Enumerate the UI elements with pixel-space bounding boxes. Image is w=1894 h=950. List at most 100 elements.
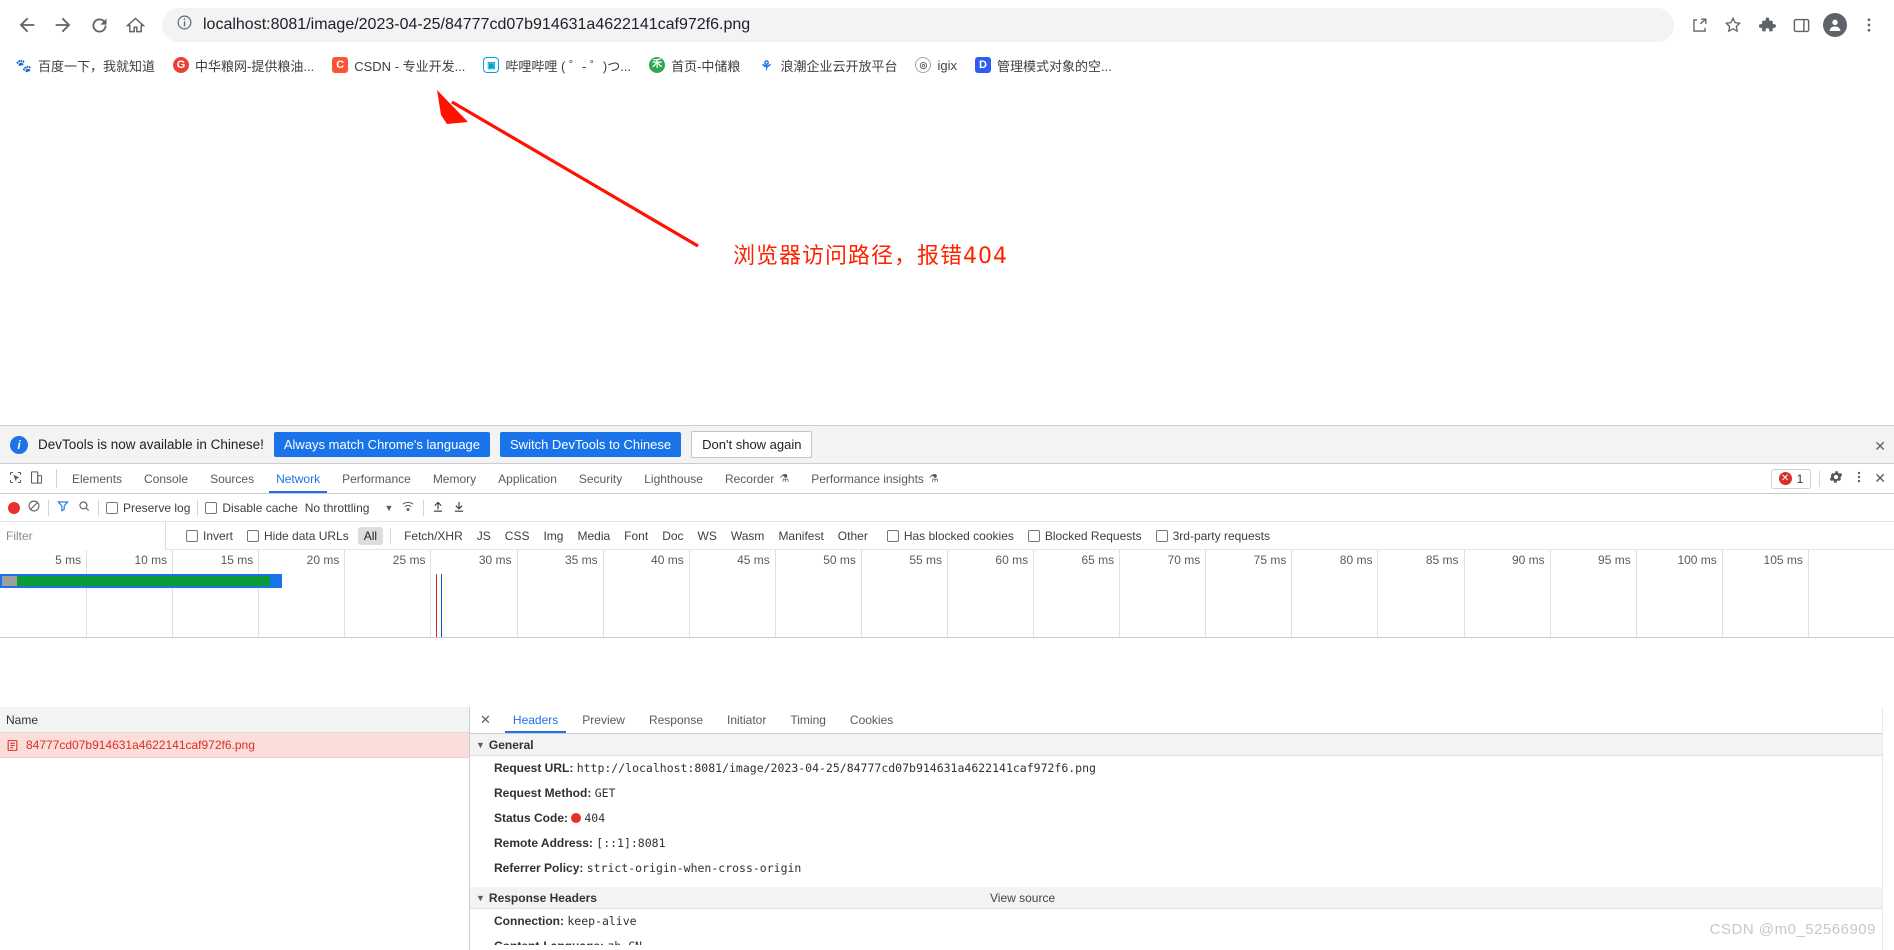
forward-button[interactable] (46, 8, 80, 42)
blocked-requests-checkbox[interactable]: Blocked Requests (1027, 529, 1142, 543)
record-network-log-icon[interactable] (8, 501, 20, 514)
always-match-language-button[interactable]: Always match Chrome's language (273, 432, 491, 457)
error-count-badge[interactable]: ✕ 1 (1770, 468, 1812, 489)
bookmark-item-0[interactable]: 🐾 百度一下，我就知道 (8, 53, 163, 78)
tab-performance-insights[interactable]: Performance insights ⚗ (800, 464, 950, 493)
timeline-tick-label: 65 ms (1081, 553, 1115, 567)
side-panel-icon[interactable] (1786, 10, 1816, 40)
home-button[interactable] (118, 8, 152, 42)
filter-type-wasm[interactable]: Wasm (725, 527, 771, 545)
bookmark-star-icon[interactable] (1718, 10, 1748, 40)
clear-icon[interactable] (27, 499, 41, 516)
tab-console[interactable]: Console (133, 464, 199, 493)
reload-button[interactable] (82, 8, 116, 42)
chrome-menu-icon[interactable] (1854, 10, 1884, 40)
view-source-link[interactable]: View source (990, 891, 1055, 905)
filter-type-fetch-xhr[interactable]: Fetch/XHR (398, 527, 469, 545)
devtools-locale-banner: i DevTools is now available in Chinese! … (0, 426, 1894, 464)
profile-avatar-icon[interactable] (1820, 10, 1850, 40)
more-options-icon[interactable] (1852, 469, 1866, 488)
settings-gear-icon[interactable] (1828, 469, 1844, 488)
divider (48, 499, 49, 516)
has-blocked-cookies-checkbox[interactable]: Has blocked cookies (886, 529, 1014, 543)
bookmark-label: CSDN - 专业开发... (354, 58, 466, 74)
dont-show-again-button[interactable]: Don't show again (691, 431, 813, 458)
bookmark-item-3[interactable]: ▣ 哔哩哔哩 ( ゜- ゜)つ... (475, 53, 639, 78)
filter-type-img[interactable]: Img (537, 527, 569, 545)
header-key: Request URL: (494, 761, 574, 775)
detail-scrollbar[interactable] (1882, 707, 1894, 950)
tab-lighthouse[interactable]: Lighthouse (633, 464, 714, 493)
filter-input[interactable] (0, 521, 166, 550)
bookmark-item-4[interactable]: 禾 首页-中储粮 (641, 53, 748, 78)
bookmark-item-2[interactable]: C CSDN - 专业开发... (324, 53, 473, 78)
tab-recorder[interactable]: Recorder ⚗ (714, 464, 800, 493)
zhuliang-favicon: 禾 (649, 57, 666, 73)
request-list-header[interactable]: Name (0, 707, 469, 733)
timeline-tick-label: 60 ms (995, 553, 1029, 567)
filter-type-doc[interactable]: Doc (656, 527, 689, 545)
search-icon[interactable] (77, 499, 91, 516)
preserve-log-checkbox[interactable]: Preserve log (106, 501, 190, 515)
third-party-requests-checkbox[interactable]: 3rd-party requests (1155, 529, 1270, 543)
device-toolbar-icon[interactable] (29, 470, 44, 488)
filter-type-all[interactable]: All (357, 526, 384, 545)
bookmark-label: 中华粮网-提供粮油... (195, 58, 315, 74)
detail-tab-initiator[interactable]: Initiator (715, 707, 778, 733)
inspect-element-icon[interactable] (8, 470, 23, 488)
tab-security[interactable]: Security (568, 464, 633, 493)
share-icon[interactable] (1684, 10, 1714, 40)
general-section-header[interactable]: ▼ General (470, 734, 1894, 756)
checkbox-box (247, 529, 260, 542)
close-icon[interactable]: ✕ (470, 707, 501, 733)
invert-checkbox[interactable]: Invert (186, 529, 233, 543)
filter-type-ws[interactable]: WS (692, 527, 723, 545)
tab-network[interactable]: Network (265, 464, 331, 493)
disable-cache-checkbox[interactable]: Disable cache (205, 501, 298, 515)
address-bar[interactable]: localhost:8081/image/2023-04-25/84777cd0… (162, 8, 1674, 42)
filter-icon[interactable] (56, 499, 70, 516)
table-row[interactable]: 84777cd07b914631a4622141caf972f6.png (0, 733, 469, 758)
detail-tab-cookies[interactable]: Cookies (838, 707, 905, 733)
bookmark-item-7[interactable]: D 管理模式对象的空... (967, 53, 1120, 78)
tab-performance[interactable]: Performance (331, 464, 422, 493)
headers-body: ▼ General Request URL: http://localhost:… (470, 734, 1894, 950)
import-har-icon[interactable] (431, 499, 445, 517)
throttling-value: No throttling (304, 500, 370, 515)
header-row-content-language: Content-Language: zh-CN (470, 934, 1894, 945)
detail-tab-timing[interactable]: Timing (778, 707, 838, 733)
filter-type-other[interactable]: Other (832, 527, 874, 545)
tab-sources[interactable]: Sources (199, 464, 265, 493)
column-header-name: Name (6, 712, 39, 727)
filter-type-media[interactable]: Media (571, 527, 616, 545)
filter-type-font[interactable]: Font (618, 527, 654, 545)
detail-tab-headers[interactable]: Headers (501, 707, 570, 733)
filter-type-css[interactable]: CSS (499, 527, 536, 545)
response-headers-section-header[interactable]: ▼ Response Headers View source (470, 887, 1894, 909)
network-timeline-overview[interactable]: 5 ms 10 ms 15 ms 20 ms 25 ms 30 ms 35 ms 40 ms 4… (0, 550, 1894, 638)
close-devtools-icon[interactable]: ✕ (1874, 470, 1886, 487)
filter-type-manifest[interactable]: Manifest (772, 527, 829, 545)
switch-devtools-to-chinese-button[interactable]: Switch DevTools to Chinese (500, 432, 682, 457)
bookmark-item-5[interactable]: ⚘ 浪潮企业云开放平台 (750, 53, 905, 78)
back-button[interactable] (10, 8, 44, 42)
network-conditions-icon[interactable] (400, 499, 416, 516)
extensions-puzzle-icon[interactable] (1752, 10, 1782, 40)
filter-type-js[interactable]: JS (471, 527, 497, 545)
hide-data-urls-checkbox[interactable]: Hide data URLs (247, 529, 349, 543)
header-row-status-code: Status Code: 404 (470, 806, 1894, 831)
bookmark-item-1[interactable]: G 中华粮网-提供粮油... (165, 53, 322, 78)
export-har-icon[interactable] (452, 499, 466, 517)
tab-application[interactable]: Application (487, 464, 568, 493)
site-info-icon[interactable] (176, 14, 193, 36)
bookmark-item-6[interactable]: ◎ igix (907, 54, 965, 76)
close-icon[interactable]: ✕ (1874, 438, 1886, 455)
tab-elements[interactable]: Elements (61, 464, 133, 493)
experiment-flask-icon: ⚗ (928, 473, 939, 485)
timeline-queue-segment (2, 576, 18, 586)
throttling-select[interactable]: No throttling ▼ (305, 501, 394, 515)
detail-tab-preview[interactable]: Preview (570, 707, 637, 733)
tab-memory[interactable]: Memory (422, 464, 487, 493)
detail-tab-response[interactable]: Response (637, 707, 715, 733)
divider (390, 527, 392, 544)
